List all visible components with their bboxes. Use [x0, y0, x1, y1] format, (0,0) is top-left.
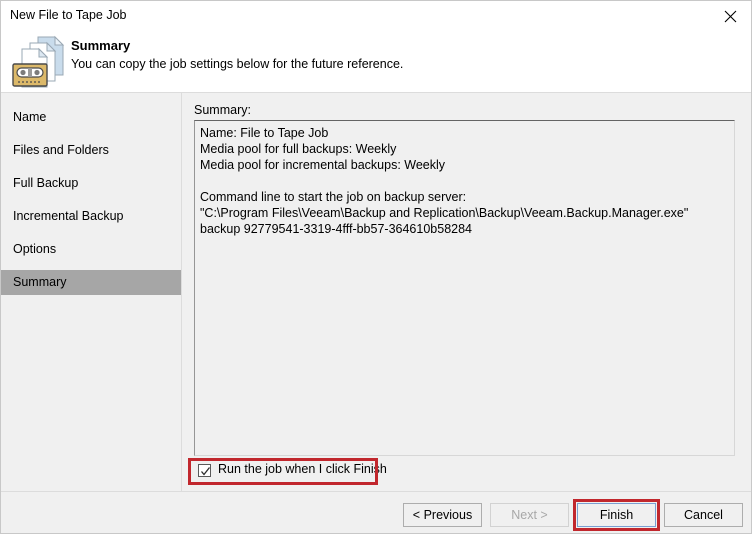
- summary-text: Name: File to Tape Job Media pool for fu…: [200, 126, 689, 236]
- checkbox-box[interactable]: [198, 464, 211, 477]
- new-file-to-tape-job-dialog: New File to Tape Job Summary You can cop…: [0, 0, 752, 534]
- finish-button[interactable]: Finish: [577, 503, 656, 527]
- file-to-tape-icon: [12, 35, 65, 88]
- sidebar-item-summary[interactable]: Summary: [1, 270, 181, 295]
- sidebar-item-label: Name: [13, 110, 47, 124]
- window-title: New File to Tape Job: [10, 8, 127, 22]
- dialog-body: Name Files and Folders Full Backup Incre…: [1, 93, 751, 491]
- sidebar-item-label: Summary: [13, 275, 67, 289]
- cancel-button[interactable]: Cancel: [664, 503, 743, 527]
- summary-textbox[interactable]: Name: File to Tape Job Media pool for fu…: [194, 120, 735, 456]
- summary-label: Summary:: [194, 103, 251, 117]
- close-button[interactable]: [708, 1, 751, 30]
- title-bar: New File to Tape Job: [1, 1, 751, 30]
- previous-button[interactable]: < Previous: [403, 503, 482, 527]
- sidebar-item-options[interactable]: Options: [1, 237, 181, 262]
- wizard-step-sidebar: Name Files and Folders Full Backup Incre…: [1, 93, 181, 491]
- header-title: Summary: [71, 38, 131, 53]
- header-subtitle: You can copy the job settings below for …: [71, 57, 404, 71]
- dialog-footer: < Previous Next > Finish Cancel: [1, 492, 751, 533]
- close-icon: [724, 10, 737, 23]
- sidebar-item-name[interactable]: Name: [1, 105, 181, 130]
- summary-pane: Summary: Name: File to Tape Job Media po…: [182, 93, 751, 491]
- sidebar-item-label: Files and Folders: [13, 143, 109, 157]
- sidebar-item-full-backup[interactable]: Full Backup: [1, 171, 181, 196]
- sidebar-item-label: Full Backup: [13, 176, 79, 190]
- sidebar-item-label: Options: [13, 242, 57, 256]
- sidebar-item-files-and-folders[interactable]: Files and Folders: [1, 138, 181, 163]
- dialog-header: Summary You can copy the job settings be…: [1, 30, 751, 92]
- checkmark-icon: [201, 467, 211, 476]
- sidebar-item-incremental-backup[interactable]: Incremental Backup: [1, 204, 181, 229]
- run-job-checkbox-label: Run the job when I click Finish: [218, 462, 387, 476]
- sidebar-item-label: Incremental Backup: [13, 209, 124, 223]
- next-button: Next >: [490, 503, 569, 527]
